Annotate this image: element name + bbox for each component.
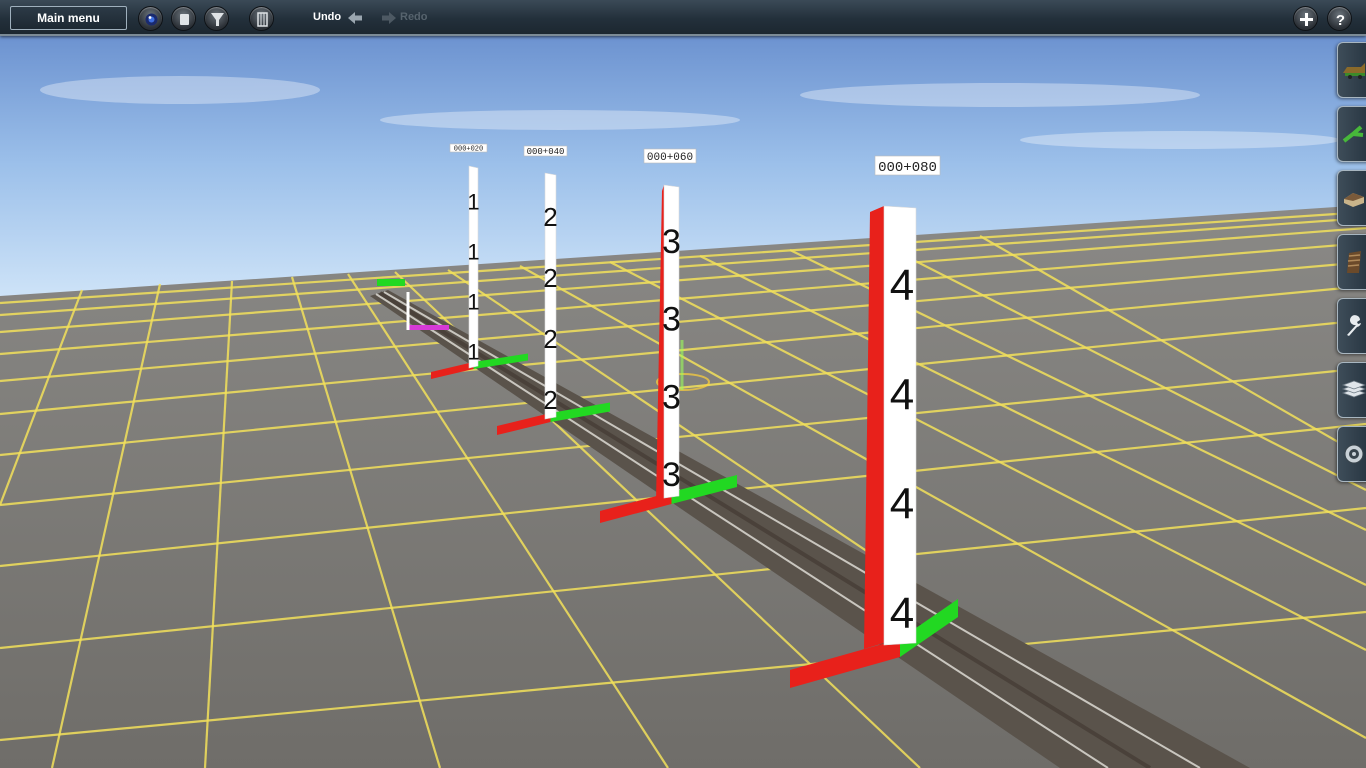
track-segment-icon [1347, 251, 1361, 273]
marker-digit: 2 [543, 324, 557, 354]
3d-scene[interactable]: 1 1 1 1 000+020 2 2 2 2 000+040 3 3 3 3 000+060 4 4 4 4 000… [0, 0, 1366, 768]
marker-digit: 1 [467, 290, 479, 315]
marker-digit: 2 [543, 385, 557, 415]
selected-object-highlight[interactable] [407, 325, 449, 330]
train-icon [1343, 63, 1365, 79]
undo-button[interactable]: Undo [313, 11, 341, 23]
side-tab-settings[interactable] [1337, 426, 1366, 482]
stop-icon [180, 14, 189, 25]
stop-button[interactable] [171, 6, 196, 31]
marker-digit: 3 [662, 223, 681, 261]
side-tab-track-objects[interactable] [1337, 234, 1366, 290]
km-sign-text: 000+040 [527, 147, 565, 157]
editor-viewport[interactable]: 1 1 1 1 000+020 2 2 2 2 000+040 3 3 3 3 000+060 4 4 4 4 000… [0, 0, 1366, 768]
marker-digit: 2 [543, 202, 557, 232]
help-icon: ? [1336, 12, 1345, 29]
redo-button[interactable]: Redo [400, 11, 428, 23]
help-button[interactable]: ? [1327, 6, 1352, 31]
km-sign-text: 000+020 [454, 145, 483, 153]
marker-digit: 4 [890, 480, 914, 529]
svg-text:?: ? [1336, 12, 1345, 29]
marker-digit: 3 [662, 378, 681, 416]
km-sign-text: 000+080 [878, 160, 937, 176]
top-toolbar: Main menu Undo Redo ? [0, 0, 1366, 36]
marker-digit: 4 [890, 589, 914, 638]
wrench-icon [1347, 315, 1361, 336]
marker-digit: 1 [467, 190, 479, 215]
side-tab-layers[interactable] [1337, 362, 1366, 418]
gear-icon [1344, 444, 1364, 464]
far-green-marker[interactable] [377, 279, 405, 286]
filter-button[interactable] [204, 6, 229, 31]
add-button[interactable] [1293, 6, 1318, 31]
stack-icon [1341, 380, 1366, 398]
side-tab-objects[interactable] [1337, 170, 1366, 226]
marker-digit: 4 [890, 370, 914, 419]
layers-icon [257, 12, 268, 27]
marker-digit: 2 [543, 263, 557, 293]
layers-button[interactable] [249, 6, 274, 31]
marker-digit: 1 [467, 240, 479, 265]
main-menu-button[interactable]: Main menu [10, 6, 127, 30]
marker-digit: 3 [662, 456, 681, 494]
plus-icon [1300, 13, 1313, 26]
side-tab-track[interactable] [1337, 106, 1366, 162]
camera-icon [145, 13, 158, 26]
side-tab-tools[interactable] [1337, 298, 1366, 354]
undo-arrow-icon[interactable] [347, 10, 363, 26]
building-icon [1344, 193, 1364, 207]
marker-digit: 4 [890, 261, 914, 310]
redo-arrow-icon[interactable] [381, 10, 397, 26]
marker-digit: 1 [467, 340, 479, 365]
side-tab-trains[interactable] [1337, 42, 1366, 98]
camera-button[interactable] [138, 6, 163, 31]
marker-digit: 3 [662, 301, 681, 339]
filter-icon [211, 13, 224, 26]
km-sign-text: 000+060 [647, 152, 693, 164]
track-icon [1342, 125, 1364, 143]
